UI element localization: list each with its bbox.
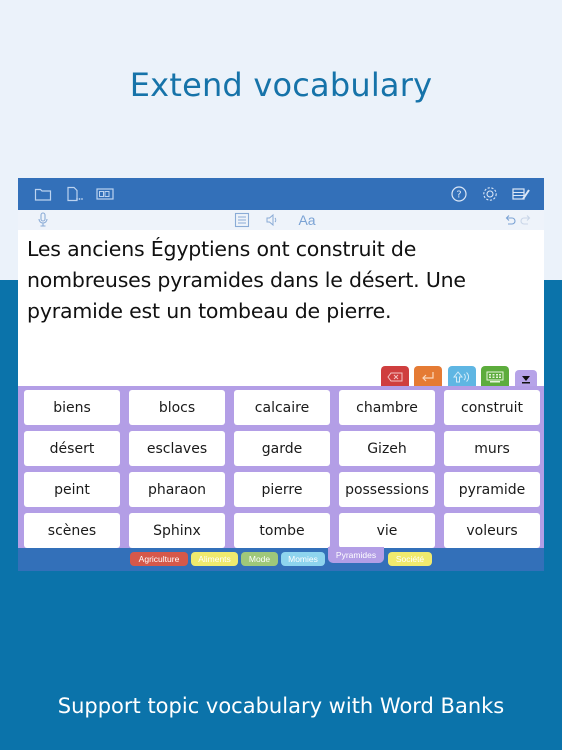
word-button[interactable]: murs bbox=[444, 431, 540, 466]
word-button[interactable]: calcaire bbox=[234, 390, 330, 425]
word-button[interactable]: possessions bbox=[339, 472, 435, 507]
delete-key[interactable] bbox=[381, 366, 409, 388]
word-button[interactable]: pierre bbox=[234, 472, 330, 507]
font-button[interactable]: Aa bbox=[296, 212, 318, 228]
category-tab-bar: Agriculture Aliments Mode Momies Pyramides So… bbox=[18, 547, 544, 571]
font-button-label: Aa bbox=[298, 212, 316, 228]
word-button[interactable]: chambre bbox=[339, 390, 435, 425]
word-button[interactable]: Gizeh bbox=[339, 431, 435, 466]
category-tab-mode[interactable]: Mode bbox=[241, 552, 278, 566]
category-tab-agriculture[interactable]: Agriculture bbox=[130, 552, 188, 566]
keyboard-icon bbox=[486, 371, 504, 383]
toolbar: ? bbox=[18, 178, 544, 210]
word-bank-panel: biens blocs calcaire chambre construit désert… bbox=[18, 386, 544, 548]
backspace-icon bbox=[387, 372, 403, 382]
headline: Extend vocabulary bbox=[129, 66, 433, 104]
word-button[interactable]: garde bbox=[234, 431, 330, 466]
word-button[interactable]: biens bbox=[24, 390, 120, 425]
category-tab-socit[interactable]: Société bbox=[388, 552, 432, 566]
collapse-icon bbox=[522, 376, 530, 384]
secondary-toolbar: Aa bbox=[18, 210, 544, 230]
list-icon[interactable] bbox=[234, 212, 250, 228]
footer-caption: Support topic vocabulary with Word Banks bbox=[57, 694, 505, 718]
word-button[interactable]: peint bbox=[24, 472, 120, 507]
word-button[interactable]: blocs bbox=[129, 390, 225, 425]
return-key[interactable] bbox=[414, 366, 442, 388]
word-button[interactable]: tombe bbox=[234, 513, 330, 548]
word-button[interactable]: pharaon bbox=[129, 472, 225, 507]
return-icon bbox=[422, 372, 434, 382]
shift-icon bbox=[453, 371, 469, 383]
word-button[interactable]: scènes bbox=[24, 513, 120, 548]
help-icon[interactable]: ? bbox=[450, 186, 468, 202]
app-window: ? Aa Les anciens Égyptiens ont construit bbox=[18, 178, 544, 571]
folder-icon[interactable] bbox=[34, 186, 52, 202]
svg-text:?: ? bbox=[456, 190, 461, 201]
word-grid: biens blocs calcaire chambre construit désert… bbox=[24, 390, 540, 548]
word-button[interactable]: voleurs bbox=[444, 513, 540, 548]
word-button[interactable]: Sphinx bbox=[129, 513, 225, 548]
word-button[interactable]: vie bbox=[339, 513, 435, 548]
keyboard-key[interactable] bbox=[481, 366, 509, 388]
word-button[interactable]: pyramide bbox=[444, 472, 540, 507]
word-button[interactable]: esclaves bbox=[129, 431, 225, 466]
undo-icon[interactable] bbox=[504, 212, 516, 228]
shift-key[interactable] bbox=[448, 366, 476, 388]
document-text-area[interactable]: Les anciens Égyptiens ont construit de n… bbox=[27, 234, 537, 327]
category-tab-aliments[interactable]: Aliments bbox=[191, 552, 238, 566]
category-tab-momies[interactable]: Momies bbox=[281, 552, 325, 566]
redo-icon[interactable] bbox=[520, 212, 532, 228]
word-button[interactable]: désert bbox=[24, 431, 120, 466]
edit-list-icon[interactable] bbox=[512, 186, 530, 202]
category-tab-pyramides[interactable]: Pyramides bbox=[328, 547, 384, 563]
word-bank-icon[interactable] bbox=[96, 186, 114, 202]
word-button[interactable]: construit bbox=[444, 390, 540, 425]
microphone-icon[interactable] bbox=[36, 212, 50, 228]
new-document-icon[interactable] bbox=[65, 186, 83, 202]
speaker-icon[interactable] bbox=[265, 212, 279, 228]
settings-icon[interactable] bbox=[481, 186, 499, 202]
